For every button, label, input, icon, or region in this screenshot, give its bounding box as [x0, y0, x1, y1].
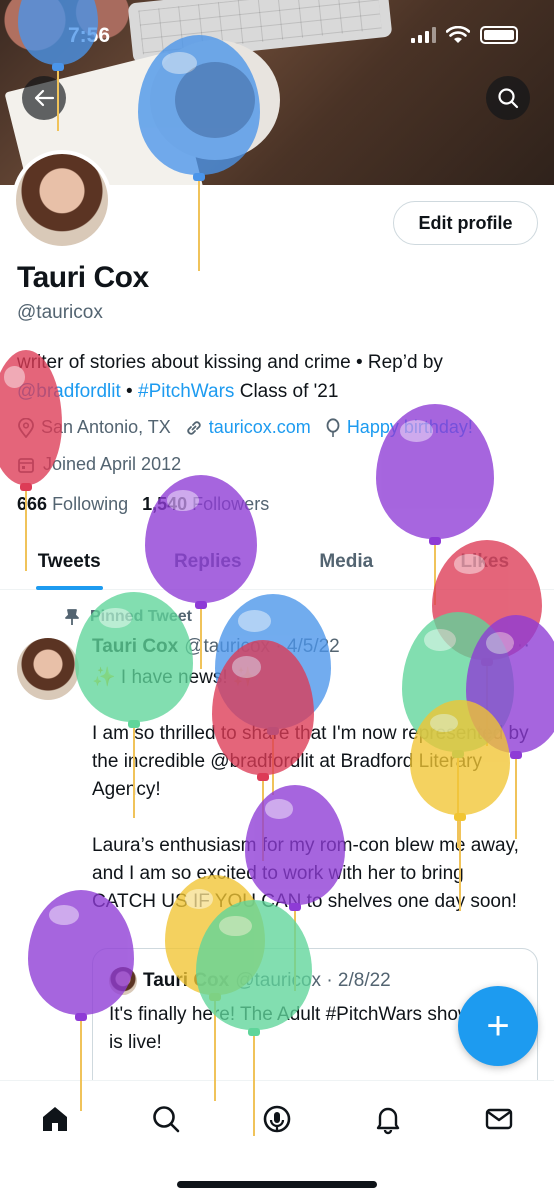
nav-messages[interactable]: [469, 1099, 529, 1139]
battery-icon: [480, 26, 518, 44]
quote-header: Tauri Cox @tauricox · 2/8/22: [109, 967, 521, 995]
following-label: Following: [52, 494, 129, 514]
bio-text-1: writer of stories about kissing and crim…: [17, 352, 443, 373]
status-icons: [411, 26, 518, 44]
tab-likes[interactable]: Likes: [416, 534, 554, 589]
search-icon: [498, 88, 519, 109]
home-indicator: [177, 1181, 377, 1188]
profile-handle: @tauricox: [17, 302, 103, 323]
tweet-avatar[interactable]: [17, 638, 79, 700]
pinned-text: Pinned Tweet: [90, 608, 192, 625]
calendar-icon: [18, 457, 34, 473]
notifications-icon: [376, 1107, 399, 1135]
profile-bio: writer of stories about kissing and crim…: [17, 348, 537, 406]
tweet-paragraph-1: I am so thrilled to share that I'm now r…: [92, 723, 529, 800]
status-bar: 7:56: [0, 0, 554, 70]
tweet-line-1: ✨ I have news! ✨: [92, 667, 257, 688]
tweet-body[interactable]: ✨ I have news! ✨ I am so thrilled to sha…: [92, 664, 532, 944]
joined-text: Joined April 2012: [43, 454, 182, 474]
followers-label: Followers: [192, 494, 270, 514]
following-count: 666: [17, 494, 48, 514]
quote-handle-date: @tauricox · 2/8/22: [235, 970, 391, 991]
tweet-author[interactable]: Tauri Cox: [92, 636, 178, 658]
quote-avatar: [109, 967, 137, 995]
nav-spaces[interactable]: [247, 1099, 307, 1139]
search-button[interactable]: [486, 76, 530, 120]
followers-link[interactable]: 1,540 Followers: [142, 494, 269, 515]
following-link[interactable]: 666 Following: [17, 494, 128, 515]
edit-profile-button[interactable]: Edit profile: [393, 201, 538, 245]
status-time: 7:56: [68, 24, 111, 47]
bio-link-pitchwars[interactable]: #PitchWars: [138, 381, 234, 402]
link-icon: [187, 420, 201, 435]
location-item: San Antonio, TX: [17, 417, 171, 438]
tweet-paragraph-2: Laura’s enthusiasm for my rom-con blew m…: [92, 835, 519, 912]
balloon-icon: [326, 417, 340, 437]
back-arrow-icon: [34, 89, 55, 107]
compose-tweet-button[interactable]: +: [458, 986, 538, 1066]
signal-icon: [411, 27, 436, 43]
nav-home[interactable]: [25, 1099, 85, 1139]
location-pin-icon: [18, 417, 34, 438]
profile-name: Tauri Cox: [17, 261, 149, 294]
follow-stats: 666 Following 1,540 Followers: [17, 494, 269, 515]
nav-search[interactable]: [136, 1099, 196, 1139]
bottom-nav: [0, 1080, 554, 1200]
back-button[interactable]: [22, 76, 66, 120]
pin-icon: [65, 609, 79, 625]
tab-media[interactable]: Media: [277, 534, 416, 589]
tab-replies[interactable]: Replies: [139, 534, 278, 589]
birthday-text: Happy birthday!: [346, 417, 473, 437]
website-link[interactable]: tauricox.com: [209, 417, 311, 438]
home-icon: [43, 1107, 68, 1131]
bio-link-bradfordlit[interactable]: @bradfordlit: [17, 381, 121, 402]
tweet-handle-date: @tauricox · 4/5/22: [184, 636, 340, 657]
profile-avatar[interactable]: [12, 150, 112, 250]
birthday-item: Happy birthday!: [325, 417, 473, 438]
search-icon: [153, 1106, 180, 1133]
tab-tweets[interactable]: Tweets: [0, 534, 139, 590]
tweet-more-button[interactable]: ···: [510, 634, 530, 657]
location-text: San Antonio, TX: [41, 417, 171, 437]
followers-count: 1,540: [142, 494, 188, 514]
profile-meta: San Antonio, TX tauricox.com Happy birth…: [17, 417, 473, 438]
bio-text-3: Class of '21: [234, 381, 339, 402]
joined-item: Joined April 2012: [17, 454, 181, 475]
pinned-label: Pinned Tweet: [64, 608, 192, 626]
website-item[interactable]: tauricox.com: [185, 417, 311, 438]
bio-text-2: •: [120, 381, 138, 402]
spaces-icon: [263, 1105, 291, 1133]
tweet-header: Tauri Cox @tauricox · 4/5/22: [92, 636, 340, 658]
messages-icon: [485, 1108, 512, 1130]
profile-tabs: Tweets Replies Media Likes: [0, 534, 554, 590]
nav-notifications[interactable]: [358, 1099, 418, 1139]
quote-author: Tauri Cox: [143, 970, 230, 991]
wifi-icon: [446, 26, 470, 43]
